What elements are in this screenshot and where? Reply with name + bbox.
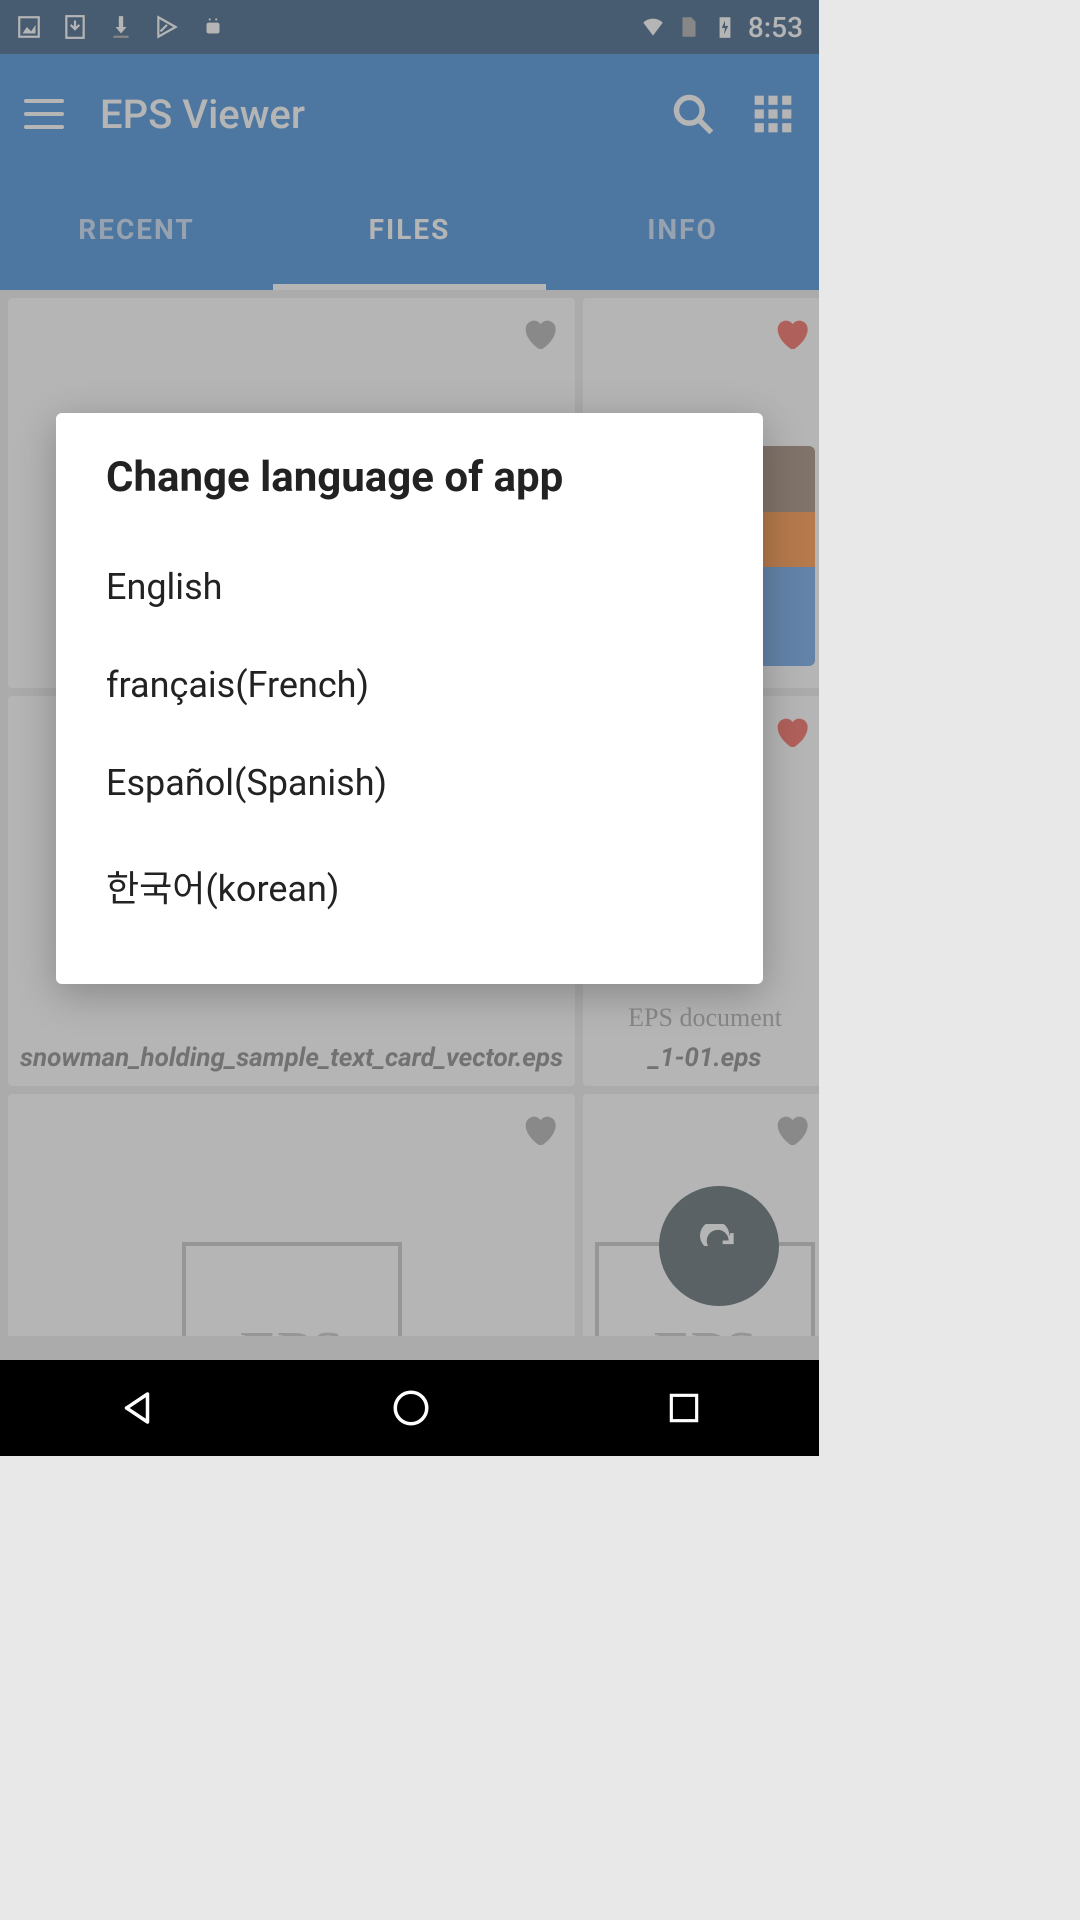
navigation-bar xyxy=(0,1360,819,1456)
language-option-english[interactable]: English xyxy=(106,538,713,636)
language-dialog: Change language of app English français(… xyxy=(56,413,763,984)
language-option-french[interactable]: français(French) xyxy=(106,636,713,734)
language-option-spanish[interactable]: Español(Spanish) xyxy=(106,734,713,832)
back-button[interactable] xyxy=(116,1387,158,1429)
home-button[interactable] xyxy=(390,1387,432,1429)
dialog-title: Change language of app xyxy=(106,453,713,502)
recent-apps-button[interactable] xyxy=(665,1389,703,1427)
language-option-korean[interactable]: 한국어(korean) xyxy=(106,832,713,940)
